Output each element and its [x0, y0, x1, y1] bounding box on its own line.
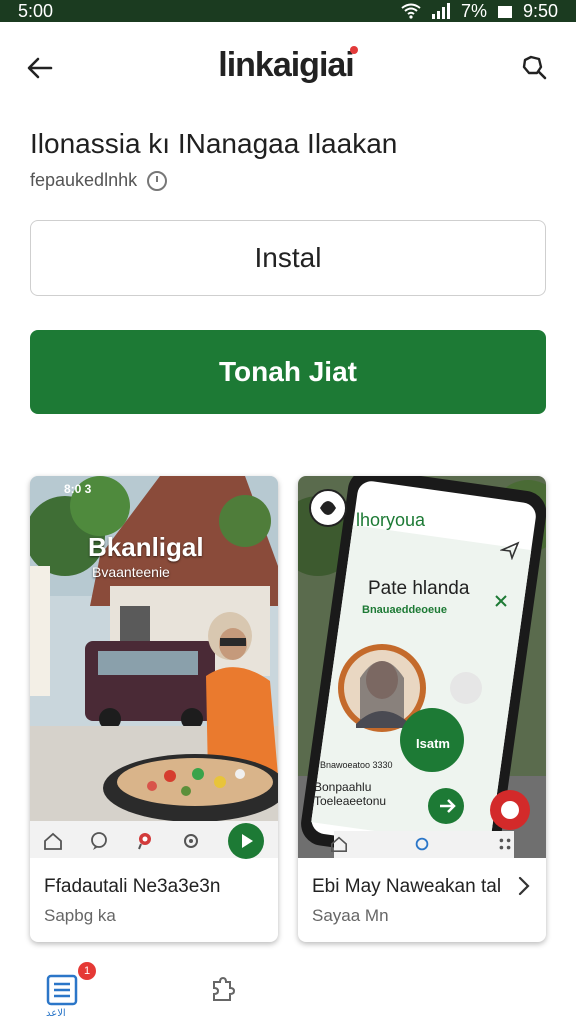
wifi-icon [401, 3, 421, 19]
card-2-nav-strip [298, 830, 546, 858]
search-button[interactable] [512, 46, 556, 90]
primary-action-button[interactable]: Tonah Jiat [30, 330, 546, 414]
card-2-meta-1: Bonpaahlu [314, 780, 372, 794]
status-bar: 5:00 7% 9:50 [0, 0, 576, 22]
card-2-sub-green: Bnauaeddeoeue [362, 604, 447, 616]
battery-percent: 7% [460, 0, 487, 21]
puzzle-icon [213, 976, 236, 1001]
grid-icon [499, 838, 511, 850]
search-share-icon [522, 55, 547, 80]
card-1-overlay-sub: Bvaanteenie [92, 564, 170, 580]
notification-badge: 1 [78, 962, 96, 980]
nav-item-list[interactable] [42, 970, 82, 1010]
home-icon [44, 832, 62, 850]
app-logo: linkaigiai [0, 46, 576, 85]
card-2-sub: Sayaa Mn [312, 906, 389, 925]
send-icon [500, 541, 520, 560]
screenshot-card-1[interactable]: 8:0 3 Bkanligal Bvaanteenie Ffadautali N… [30, 476, 278, 942]
sync-icon [415, 837, 429, 851]
app-subtitle: fepaukedlnhk [30, 170, 138, 190]
card-2-meta-2: Toeleaeetonu [314, 794, 387, 808]
card-2-inner-button: Isatm [416, 736, 450, 751]
status-icons: 7% 9:50 [401, 1, 558, 22]
app-subtitle-row: fepaukedlnhk [30, 170, 168, 191]
signal-icon [431, 3, 450, 19]
card-1-sub: Sapbg ka [44, 906, 116, 925]
status-time-right: 9:50 [522, 0, 558, 21]
close-icon [495, 595, 507, 607]
gear-icon [184, 834, 198, 848]
chat-icon [91, 832, 107, 850]
card-1-nav-strip [30, 823, 278, 859]
card-1-overlay-title: Bkanligal [88, 532, 204, 562]
app-title: Ilonassia kı INanagaa Ilaakan [30, 128, 398, 159]
nav-item-list-caption: الاعد [46, 1008, 66, 1019]
nav-item-apps[interactable] [202, 970, 242, 1010]
battery-icon [497, 6, 512, 18]
card-2-app-name: lhoryoua [356, 510, 426, 530]
location-pin-icon [138, 833, 151, 850]
chevron-right-icon[interactable] [516, 874, 532, 898]
card-2-label: Ebi May Naweakan tal [312, 876, 502, 897]
card-1-label: Ffadautali Ne3a3e3n [44, 876, 221, 897]
status-time-left: 5:00 [18, 0, 54, 21]
clock-icon [147, 170, 168, 191]
card-2-heading: Pate hlanda [368, 578, 470, 599]
app-bar: linkaigiai [0, 22, 576, 114]
logo-text: linkaigiai [218, 46, 354, 84]
home-icon [331, 836, 348, 853]
card-2-caption: Bnawoeatoo 3330 [320, 760, 393, 770]
list-icon [46, 974, 78, 1006]
play-icon [228, 823, 264, 859]
install-button-label: Instal [254, 242, 322, 273]
card-1-phone-status: 8:0 3 [64, 482, 92, 496]
screenshot-card-2[interactable]: lhoryoua Pate hlanda Bnauaeddeoeue Isatm… [298, 476, 546, 942]
logo-dot [349, 46, 358, 54]
install-button[interactable]: Instal [30, 220, 546, 296]
primary-button-label: Tonah Jiat [219, 356, 357, 387]
